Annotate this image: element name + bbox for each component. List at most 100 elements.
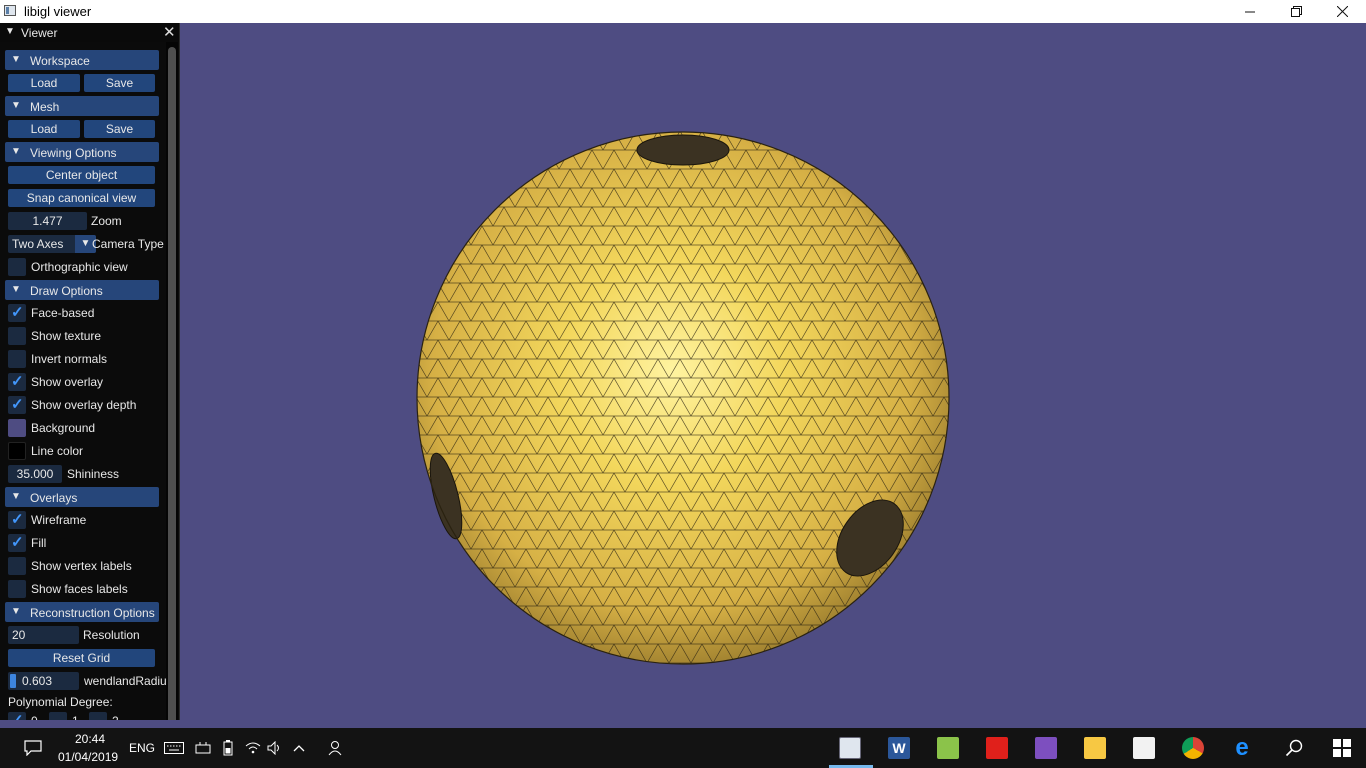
orthographic-view-checkbox[interactable]: [8, 258, 26, 276]
reset-grid-button[interactable]: Reset Grid: [8, 649, 155, 667]
poly-degree-radio-0[interactable]: [8, 711, 26, 720]
face-based-label: Face-based: [31, 306, 95, 320]
chart-app-icon[interactable]: [937, 737, 959, 759]
snap-canonical-view-button[interactable]: Snap canonical view: [8, 189, 155, 207]
poly-degree-radio-1[interactable]: [49, 712, 67, 720]
center-object-button[interactable]: Center object: [8, 166, 155, 184]
polynomial-degree-label: Polynomial Degree:: [8, 695, 113, 709]
show-vertex-labels-label: Show vertex labels: [31, 559, 132, 573]
show-faces-labels-label: Show faces labels: [31, 582, 128, 596]
header-overlays[interactable]: ▼ Overlays: [5, 487, 159, 507]
chevron-up-icon[interactable]: [290, 728, 308, 768]
show-vertex-labels-checkbox[interactable]: [8, 557, 26, 575]
expand-triangle-icon: ▼: [11, 606, 21, 617]
camera-type-label: Camera Type: [92, 237, 164, 251]
header-viewing-options[interactable]: ▼ Viewing Options: [5, 142, 159, 162]
fill-checkbox[interactable]: [8, 533, 26, 552]
show-overlay-label: Show overlay: [31, 375, 104, 389]
camera-type-select[interactable]: Two Axes ▼: [8, 235, 96, 253]
keyboard-icon[interactable]: [162, 728, 186, 768]
expand-triangle-icon: ▼: [11, 146, 21, 157]
shininess-input[interactable]: 35.000: [8, 465, 62, 483]
battery-icon[interactable]: [218, 728, 238, 768]
minimize-button[interactable]: [1227, 0, 1273, 23]
poly-degree-label-0: 0: [31, 714, 38, 720]
restore-button[interactable]: [1273, 0, 1319, 23]
wireframe-label: Wireframe: [31, 513, 87, 527]
wireframe-checkbox[interactable]: [8, 510, 26, 529]
language-indicator[interactable]: ENG: [129, 741, 155, 755]
panel-title: Viewer: [21, 26, 58, 40]
poly-degree-radio-2[interactable]: [89, 712, 107, 720]
mesh-save-button[interactable]: Save: [84, 120, 155, 138]
orthographic-view-label: Orthographic view: [31, 260, 128, 274]
background-label: Background: [31, 421, 96, 435]
mesh-sphere[interactable]: [416, 131, 950, 665]
panel-title-bar[interactable]: ▼ Viewer ✕: [0, 23, 179, 42]
workspace-save-button[interactable]: Save: [84, 74, 155, 92]
search-icon[interactable]: [1280, 728, 1308, 768]
close-button[interactable]: [1319, 0, 1365, 23]
show-faces-labels-checkbox[interactable]: [8, 580, 26, 598]
power-plug-icon[interactable]: [192, 728, 214, 768]
expand-triangle-icon: ▼: [11, 491, 21, 502]
clock-date[interactable]: 01/04/2019: [58, 750, 118, 764]
chrome-icon[interactable]: [1182, 737, 1204, 759]
collapse-triangle-icon[interactable]: ▼: [5, 26, 15, 37]
viewport-canvas[interactable]: [0, 23, 1366, 728]
visual-studio-icon[interactable]: [1035, 737, 1057, 759]
libigl-viewer-taskbar-icon[interactable]: [839, 737, 861, 759]
poly-degree-label-1: 1: [72, 714, 79, 720]
poly-degree-label-2: 2: [112, 714, 119, 720]
wifi-icon[interactable]: [243, 728, 263, 768]
zoom-label: Zoom: [91, 214, 122, 228]
workspace-load-button[interactable]: Load: [8, 74, 80, 92]
fill-label: Fill: [31, 536, 47, 550]
mesh-load-button[interactable]: Load: [8, 120, 80, 138]
mesh-hole-top: [636, 134, 730, 166]
restore-icon: [1290, 6, 1302, 17]
expand-triangle-icon: ▼: [11, 284, 21, 295]
panel-close-icon[interactable]: ✕: [163, 23, 176, 41]
shininess-label: Shininess: [67, 467, 120, 481]
line-color-label: Line color: [31, 444, 84, 458]
header-mesh[interactable]: ▼ Mesh: [5, 96, 159, 116]
invert-normals-checkbox[interactable]: [8, 350, 26, 368]
slider-grab-handle[interactable]: [10, 674, 16, 688]
show-overlay-checkbox[interactable]: [8, 372, 26, 391]
header-workspace[interactable]: ▼ Workspace: [5, 50, 159, 70]
zoom-input[interactable]: 1.477: [8, 212, 87, 230]
background-color-swatch[interactable]: [8, 419, 26, 437]
show-overlay-depth-checkbox[interactable]: [8, 395, 26, 414]
expand-triangle-icon: ▼: [11, 54, 21, 65]
header-reconstruction-options[interactable]: ▼ Reconstruction Options: [5, 602, 159, 622]
close-icon: [1336, 6, 1348, 17]
show-overlay-depth-label: Show overlay depth: [31, 398, 137, 412]
resolution-label: Resolution: [83, 628, 140, 642]
people-icon[interactable]: [325, 728, 347, 768]
resolution-input[interactable]: 20: [8, 626, 79, 644]
windows-start-icon[interactable]: [1328, 728, 1356, 768]
notification-icon: [24, 740, 42, 756]
word-icon[interactable]: W: [888, 737, 910, 759]
window-title: libigl viewer: [24, 4, 92, 19]
wendland-radius-slider[interactable]: 0.603: [8, 672, 79, 690]
acrobat-icon[interactable]: [986, 737, 1008, 759]
expand-triangle-icon: ▼: [11, 100, 21, 111]
header-draw-options[interactable]: ▼ Draw Options: [5, 280, 159, 300]
show-texture-label: Show texture: [31, 329, 102, 343]
window-title-bar: libigl viewer: [0, 0, 1366, 23]
file-explorer-icon[interactable]: [1084, 737, 1106, 759]
edge-icon[interactable]: e: [1231, 736, 1253, 760]
volume-icon[interactable]: [265, 728, 285, 768]
show-texture-checkbox[interactable]: [8, 327, 26, 345]
taskbar: 20:44 01/04/2019 ENG W e: [0, 728, 1366, 768]
clock-time[interactable]: 20:44: [75, 732, 105, 746]
face-based-checkbox[interactable]: [8, 303, 26, 322]
panel-scrollbar-thumb[interactable]: [168, 47, 176, 720]
line-color-swatch[interactable]: [8, 442, 26, 460]
action-center-button[interactable]: [20, 728, 46, 768]
app-icon: [4, 5, 16, 16]
store-icon[interactable]: [1133, 737, 1155, 759]
viewer-panel: ▼ Viewer ✕ ▼ Workspace Load Save ▼ Mesh …: [0, 23, 180, 720]
